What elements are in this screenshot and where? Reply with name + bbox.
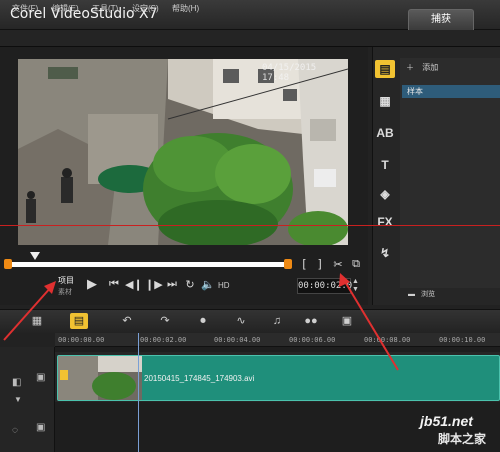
track-visibility-icon[interactable]: ▣ bbox=[36, 372, 45, 383]
previous-frame-icon[interactable]: ◀❙ bbox=[125, 278, 143, 291]
plus-icon: ＋ bbox=[406, 63, 414, 72]
video-preview: 04/15/2015 17:48 bbox=[18, 59, 348, 245]
ruler-tick-label: 00:00:02.00 bbox=[140, 336, 187, 344]
filter-fx-icon[interactable]: FX bbox=[375, 213, 395, 231]
add-folder-button[interactable]: ＋ 添加 bbox=[406, 62, 438, 73]
transition-icon[interactable]: AB bbox=[375, 124, 395, 142]
subtitle-editor-icon[interactable]: ▣ bbox=[338, 313, 356, 329]
video-scene-image bbox=[18, 59, 348, 245]
track-dropdown-icon[interactable]: ▼ bbox=[14, 395, 22, 404]
ruler-tick-label: 00:00:10.00 bbox=[439, 336, 486, 344]
scrubber-track[interactable] bbox=[8, 262, 290, 267]
timecode-field[interactable]: 00:00:02.0 bbox=[297, 278, 352, 294]
trim-start-handle[interactable] bbox=[4, 259, 12, 269]
play-icon[interactable]: ▶ bbox=[84, 276, 100, 292]
library-folder-sample[interactable]: 样本 bbox=[402, 85, 500, 98]
ruler-tick-label: 00:00:06.00 bbox=[289, 336, 336, 344]
menu-help[interactable]: 帮助(H) bbox=[172, 3, 199, 14]
library-category-bar: ▤ ▦ AB T ◈ FX ↯ bbox=[372, 58, 398, 268]
clip-filename: 20150415_174845_174903.avi bbox=[144, 374, 255, 383]
undo-icon[interactable]: ↶ bbox=[118, 313, 136, 329]
mode-project-label[interactable]: 项目 bbox=[58, 275, 74, 286]
redo-icon[interactable]: ↷ bbox=[156, 313, 174, 329]
auto-music-icon[interactable]: ♫ bbox=[268, 313, 286, 329]
track-headers: ◧ ▣ ▼ ◌ ▣ bbox=[0, 347, 55, 452]
video-track-icon[interactable]: ◧ bbox=[12, 377, 21, 388]
tab-capture[interactable]: 捕获 bbox=[408, 9, 474, 30]
ruler-tick-label: 00:00:08.00 bbox=[364, 336, 411, 344]
clip-thumbnail bbox=[58, 356, 142, 400]
instant-project-icon[interactable]: ▦ bbox=[375, 92, 395, 110]
media-library-icon[interactable]: ▤ bbox=[375, 60, 395, 78]
mode-clip-label[interactable]: 素材 bbox=[58, 287, 72, 297]
annotation-red-line bbox=[0, 225, 500, 226]
path-icon[interactable]: ↯ bbox=[375, 244, 395, 262]
hd-preview-toggle[interactable]: HD bbox=[218, 281, 230, 290]
enlarge-preview-icon[interactable]: ⧉ bbox=[350, 258, 362, 271]
title-icon[interactable]: T bbox=[375, 156, 395, 174]
menu-edit[interactable]: 编辑(E) bbox=[52, 3, 79, 14]
browse-label: 浏览 bbox=[420, 291, 435, 298]
record-capture-icon[interactable]: ⏺ bbox=[194, 313, 212, 329]
menu-bar bbox=[0, 30, 500, 47]
timeline-view-icon[interactable]: ▤ bbox=[70, 313, 88, 329]
watermark-site: jb51.net bbox=[420, 413, 473, 429]
split-clip-scissors-icon[interactable]: ✂ bbox=[332, 258, 344, 271]
menu-settings[interactable]: 设定(S) bbox=[132, 3, 159, 14]
ruler-tick-label: 00:00:00.00 bbox=[58, 336, 105, 344]
home-icon[interactable]: ⏮ bbox=[106, 278, 122, 291]
timeline-playhead[interactable] bbox=[138, 333, 139, 452]
add-label: 添加 bbox=[422, 63, 439, 72]
next-frame-icon[interactable]: ❙▶ bbox=[145, 278, 163, 291]
sound-mixer-icon[interactable]: ∿ bbox=[232, 313, 250, 329]
ruler-tick-label: 00:00:04.00 bbox=[214, 336, 261, 344]
motion-tracking-icon[interactable]: ●● bbox=[302, 313, 320, 329]
watermark-name: 脚本之家 bbox=[438, 432, 487, 446]
folder-icon: ▬ bbox=[408, 291, 415, 298]
mark-out-button[interactable]: ] bbox=[314, 258, 326, 270]
volume-icon[interactable]: 🔈 bbox=[200, 278, 216, 291]
storyboard-view-icon[interactable]: ▦ bbox=[28, 313, 46, 329]
mark-in-button[interactable]: [ bbox=[298, 258, 310, 270]
video-timestamp: 04/15/2015 17:48 bbox=[262, 63, 317, 83]
overlay-visibility-icon[interactable]: ▣ bbox=[36, 422, 45, 433]
timecode-spinner-icon[interactable]: ▲ ▼ bbox=[352, 278, 359, 294]
browse-button[interactable]: ▬ 浏览 bbox=[408, 289, 435, 299]
repeat-icon[interactable]: ↻ bbox=[182, 278, 198, 291]
overlay-track-icon[interactable]: ◌ bbox=[12, 425, 18, 436]
end-icon[interactable]: ⏭ bbox=[164, 278, 180, 291]
trim-end-handle[interactable] bbox=[284, 259, 292, 269]
menu-file[interactable]: 文件(F) bbox=[12, 3, 38, 14]
graphic-icon[interactable]: ◈ bbox=[375, 185, 395, 203]
scrubber-handle[interactable] bbox=[30, 252, 40, 260]
menu-tools[interactable]: 工具(T) bbox=[92, 3, 118, 14]
timeline-ruler[interactable] bbox=[55, 333, 500, 347]
